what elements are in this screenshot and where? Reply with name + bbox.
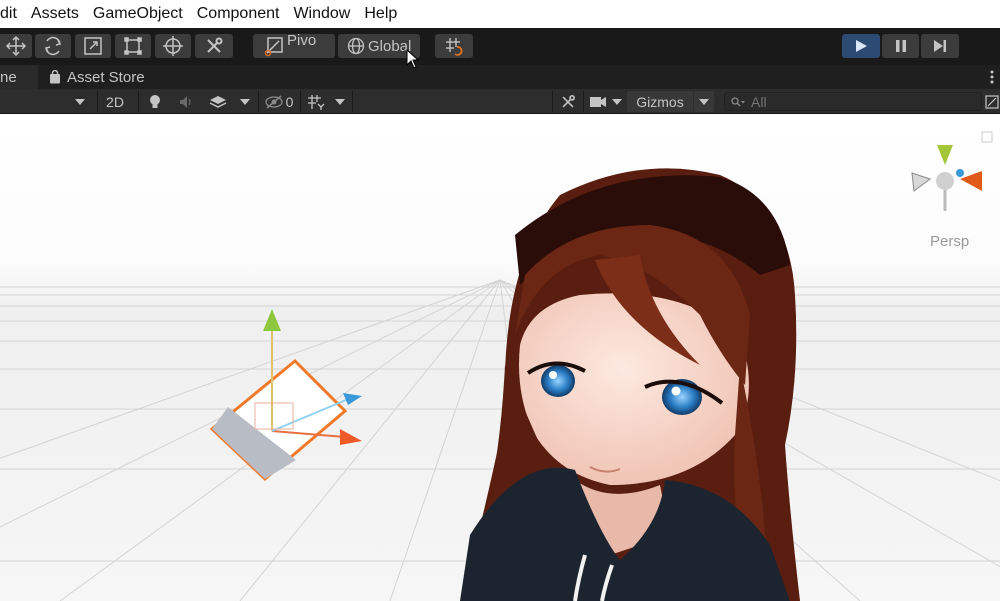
lighting-toggle[interactable]	[142, 91, 168, 112]
scene-toolbar: 2D 0 Gizmos All	[0, 89, 1000, 114]
rotate-tool-button[interactable]	[35, 34, 71, 58]
transform-tool-button[interactable]	[155, 34, 191, 58]
custom-tool-button[interactable]	[195, 34, 233, 58]
search-icon	[731, 96, 745, 106]
move-tool-button[interactable]	[0, 34, 32, 58]
grid-snap-button[interactable]	[435, 34, 473, 58]
gizmos-toggle[interactable]: Gizmos	[627, 91, 693, 112]
global-label: Global	[368, 37, 412, 55]
tools-icon	[207, 37, 223, 53]
pivot-toggle-button[interactable]: Pivo	[253, 31, 335, 58]
pause-icon	[895, 40, 906, 52]
2d-mode-label: 2D	[106, 93, 124, 110]
rotate-icon	[44, 36, 62, 56]
shopping-bag-icon	[50, 70, 60, 84]
globe-icon	[347, 37, 365, 55]
gizmos-dropdown[interactable]	[694, 91, 714, 112]
pivot-icon	[264, 37, 283, 57]
gizmos-label: Gizmos	[636, 93, 684, 110]
grid-axis-icon	[308, 94, 325, 110]
chevron-down-icon	[612, 98, 622, 105]
tab-scene-label: ne	[0, 68, 17, 86]
hidden-object-count: 0	[285, 93, 294, 110]
search-input[interactable]	[751, 93, 971, 110]
scene-tools-toggle[interactable]	[555, 91, 581, 112]
play-button[interactable]	[842, 34, 880, 58]
audio-toggle[interactable]	[173, 91, 199, 112]
pivot-label: Pivo	[287, 31, 317, 49]
tab-scene[interactable]: ne	[0, 65, 38, 89]
menu-component[interactable]: Component	[190, 0, 287, 28]
chevron-down-icon	[335, 98, 345, 105]
camera-settings-button[interactable]	[586, 91, 610, 112]
effects-layers-icon	[209, 95, 227, 108]
menu-edit[interactable]: dit	[0, 0, 24, 28]
step-icon	[934, 40, 946, 52]
menu-help[interactable]: Help	[357, 0, 404, 28]
scene-search-box[interactable]	[724, 92, 982, 111]
rect-transform-icon	[124, 37, 142, 55]
more-options-icon[interactable]	[990, 69, 994, 85]
view-options-icon	[985, 94, 999, 109]
effects-dropdown[interactable]	[236, 91, 254, 112]
grid-dropdown[interactable]	[331, 91, 349, 112]
tab-asset-store-label: Asset Store	[67, 68, 145, 86]
2d-mode-toggle[interactable]: 2D	[100, 91, 130, 112]
scene-render	[0, 115, 1000, 601]
rect-tool-button[interactable]	[115, 34, 151, 58]
transform-icon	[163, 36, 183, 56]
scale-tool-button[interactable]	[75, 34, 111, 58]
hidden-eye-icon	[264, 94, 283, 109]
scene-view-options-button[interactable]	[984, 91, 1000, 112]
step-button[interactable]	[921, 34, 959, 58]
scene-visibility-toggle[interactable]: 0	[261, 91, 297, 112]
scale-icon	[84, 37, 102, 55]
chevron-down-icon	[699, 98, 709, 105]
main-toolbar: Pivo Global	[0, 28, 1000, 65]
move-icon	[5, 35, 27, 57]
tools-icon	[562, 94, 575, 107]
camera-dropdown[interactable]	[609, 91, 625, 112]
pause-button[interactable]	[882, 34, 919, 58]
mouse-cursor-icon	[406, 49, 420, 69]
effects-toggle[interactable]	[204, 91, 232, 112]
chevron-down-icon	[240, 98, 250, 105]
tab-asset-store[interactable]: Asset Store	[40, 65, 160, 89]
draw-mode-dropdown[interactable]	[68, 91, 92, 112]
grid-snap-icon	[446, 38, 463, 56]
menu-bar: dit Assets GameObject Component Window H…	[0, 0, 1000, 28]
grid-toggle[interactable]	[303, 91, 329, 112]
tab-bar: ne Asset Store	[0, 65, 1000, 89]
camera-icon	[590, 96, 606, 107]
menu-gameobject[interactable]: GameObject	[86, 0, 190, 28]
projection-label[interactable]: Persp	[930, 233, 969, 250]
play-icon	[856, 40, 867, 52]
speaker-icon	[180, 95, 191, 108]
light-bulb-icon	[150, 94, 160, 108]
menu-window[interactable]: Window	[286, 0, 357, 28]
scene-viewport[interactable]: Persp	[0, 115, 1000, 601]
chevron-down-icon	[75, 98, 85, 105]
menu-assets[interactable]: Assets	[24, 0, 86, 28]
